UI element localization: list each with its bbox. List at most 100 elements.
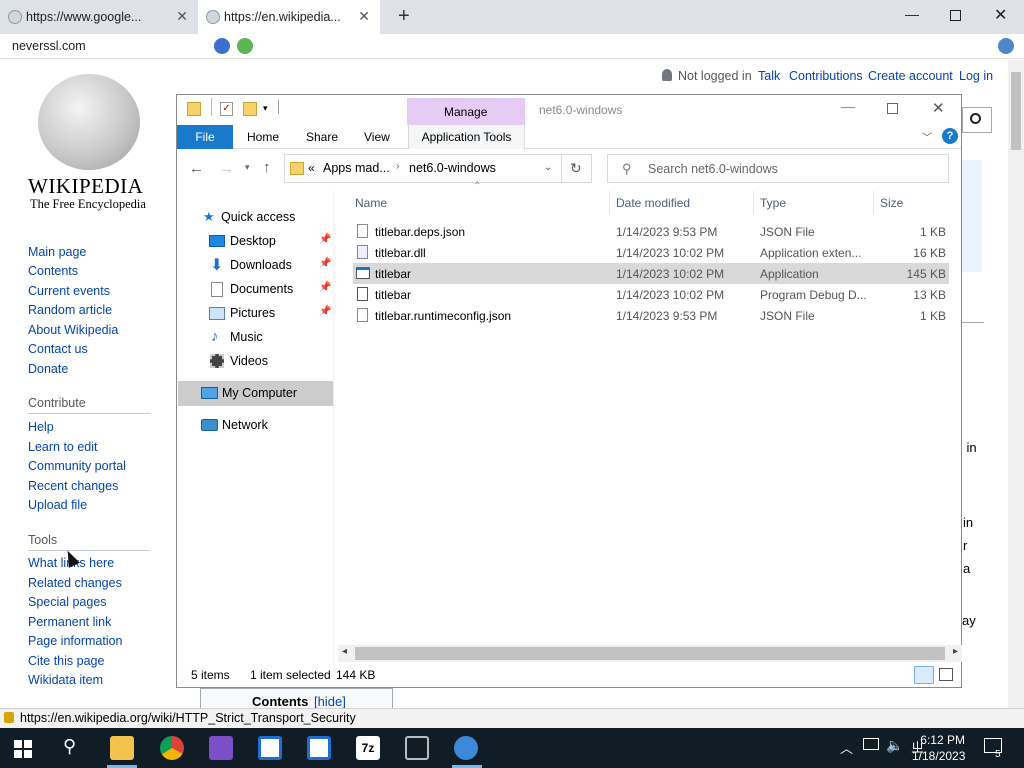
learn-to-edit-link[interactable]: Learn to edit [28,440,98,454]
breadcrumb-net6[interactable]: net6.0-windows [409,161,496,175]
pin-icon[interactable]: 📌 [319,234,331,245]
task-view-icon[interactable] [405,736,429,760]
browser-tab-wikipedia[interactable]: https://en.wikipedia... ✕ [198,0,380,34]
address-bar[interactable]: neverssl.com [0,34,1024,59]
about-wikipedia-link[interactable]: About Wikipedia [28,323,118,337]
help-link[interactable]: Help [28,420,54,434]
create-account-link[interactable]: Create account [868,69,953,83]
cite-this-page-link[interactable]: Cite this page [28,654,104,668]
file-explorer-taskbar-icon[interactable] [110,736,134,760]
random-article-link[interactable]: Random article [28,303,112,317]
donate-link[interactable]: Donate [28,362,68,376]
minimize-icon[interactable]: — [841,98,855,114]
new-tab-icon[interactable]: + [398,5,410,28]
windows-start-icon[interactable] [14,740,32,758]
column-type[interactable]: Type [760,196,786,210]
search-icon[interactable]: ⚲ [63,736,76,757]
related-changes-link[interactable]: Related changes [28,576,122,590]
chrome-taskbar-icon[interactable] [160,736,184,760]
7zip-taskbar-icon[interactable]: 7z [356,736,380,760]
view-tab[interactable]: View [364,130,390,144]
forward-arrow-icon[interactable]: → [219,160,234,177]
current-events-link[interactable]: Current events [28,284,110,298]
tray-overflow-icon[interactable]: ︿ [840,738,853,757]
recent-locations-icon[interactable]: ▾ [245,162,250,173]
file-row[interactable]: titlebar.deps.json 1/14/2023 9:53 PM JSO… [353,221,949,242]
volume-icon[interactable]: 🔈 [886,737,903,754]
internet-explorer-taskbar-icon[interactable] [454,736,478,760]
contents-hide-link[interactable]: [hide] [314,694,346,709]
close-tab-icon[interactable]: ✕ [176,8,188,25]
column-size[interactable]: Size [880,196,903,210]
community-portal-link[interactable]: Community portal [28,459,126,473]
refresh-icon[interactable] [237,38,253,54]
details-view-icon[interactable] [914,666,934,684]
recent-changes-link[interactable]: Recent changes [28,479,118,493]
address-input[interactable]: neverssl.com [12,39,86,53]
pin-icon[interactable]: 📌 [319,282,331,293]
column-date-modified[interactable]: Date modified [616,196,690,210]
scrollbar-thumb[interactable] [355,647,945,660]
visual-studio-taskbar-icon[interactable] [209,736,233,760]
close-window-icon[interactable]: ✕ [994,5,1007,25]
maximize-icon[interactable] [887,103,898,114]
contents-link[interactable]: Contents [28,264,78,278]
address-path-bar[interactable]: « Apps mad... › net6.0-windows ⌄ [284,154,562,183]
scroll-left-icon[interactable]: ◂ [342,646,347,657]
contributions-link[interactable]: Contributions [789,69,863,83]
file-tab[interactable]: File [177,125,233,149]
go-icon[interactable] [214,38,230,54]
home-tab[interactable]: Home [247,130,279,144]
page-scrollbar[interactable] [1008,60,1024,708]
pane-divider[interactable] [333,191,334,665]
column-divider[interactable] [753,191,754,215]
refresh-button[interactable]: ↻ [562,154,592,183]
pin-icon[interactable]: 📌 [319,306,331,317]
column-name[interactable]: Name [355,196,387,210]
page-information-link[interactable]: Page information [28,634,123,648]
main-page-link[interactable]: Main page [28,245,86,259]
permanent-link[interactable]: Permanent link [28,615,111,629]
wikipedia-globe-logo[interactable] [38,74,140,170]
up-arrow-icon[interactable]: ↑ [263,159,271,176]
column-divider[interactable] [873,191,874,215]
scroll-right-icon[interactable]: ▸ [953,646,958,657]
clock-date[interactable]: 1/18/2023 [912,749,965,763]
customize-quick-access-icon[interactable]: ▾ [263,103,268,114]
search-box[interactable]: ⚲ Search net6.0-windows [607,154,949,183]
browser-tab-google[interactable]: https://www.google... ✕ [0,0,198,34]
new-folder-icon[interactable] [243,102,257,116]
share-tab[interactable]: Share [306,130,338,144]
special-pages-link[interactable]: Special pages [28,595,107,609]
chevron-right-icon[interactable]: › [396,161,399,172]
restore-icon[interactable] [950,10,961,21]
contact-us-link[interactable]: Contact us [28,342,88,356]
back-arrow-icon[interactable]: ← [189,160,204,177]
wiki-search-button[interactable] [962,107,992,133]
large-icons-view-icon[interactable] [939,668,953,681]
talk-link[interactable]: Talk [758,69,780,83]
file-row[interactable]: titlebar.dll 1/14/2023 10:02 PM Applicat… [353,242,949,263]
column-divider[interactable] [609,191,610,215]
path-overflow[interactable]: « [308,161,315,175]
app-window-taskbar-icon[interactable] [258,736,282,760]
close-icon[interactable]: ✕ [932,99,945,117]
application-tools-tab[interactable]: Application Tools [408,125,525,149]
expand-ribbon-icon[interactable]: ﹀ [922,129,932,144]
file-row-selected[interactable]: titlebar 1/14/2023 10:02 PM Application … [353,263,949,284]
close-tab-icon[interactable]: ✕ [358,8,370,25]
properties-icon[interactable]: ✓ [220,102,233,116]
pin-icon[interactable]: 📌 [319,258,331,269]
app-window-taskbar-icon[interactable] [307,736,331,760]
help-icon[interactable]: ? [942,128,958,144]
chevron-down-icon[interactable]: ⌄ [544,162,552,173]
breadcrumb-apps[interactable]: Apps mad... [323,161,390,175]
network-tray-icon[interactable] [863,738,879,750]
log-in-link[interactable]: Log in [959,69,993,83]
clock-time[interactable]: 6:12 PM [916,733,965,747]
scrollbar-thumb[interactable] [1011,72,1021,150]
file-row[interactable]: titlebar 1/14/2023 10:02 PM Program Debu… [353,284,949,305]
minimize-icon[interactable]: — [905,6,919,22]
upload-file-link[interactable]: Upload file [28,498,87,512]
file-row[interactable]: titlebar.runtimeconfig.json 1/14/2023 9:… [353,305,949,326]
